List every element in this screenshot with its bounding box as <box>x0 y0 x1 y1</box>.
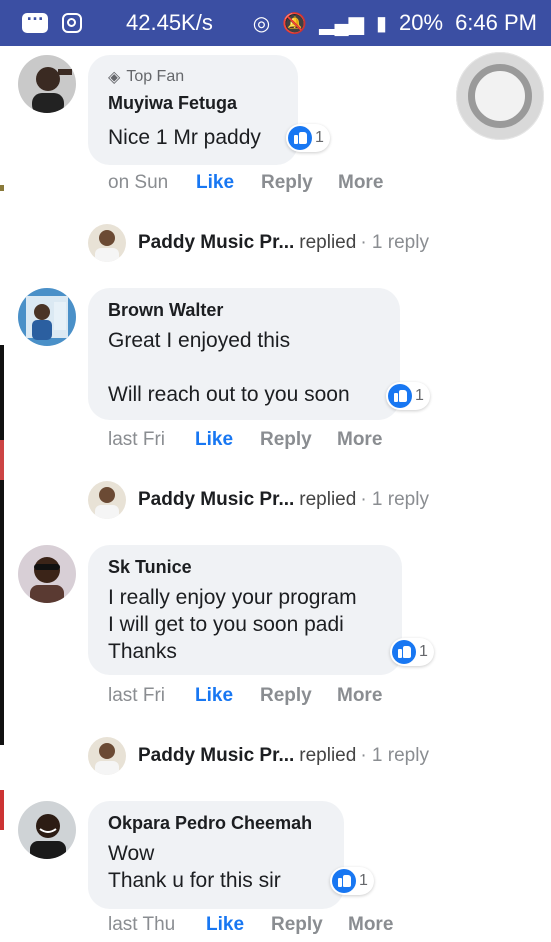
more-button[interactable]: More <box>337 429 382 451</box>
page-avatar <box>88 481 126 519</box>
battery-level: 20% <box>399 10 444 35</box>
message-icon <box>22 4 48 33</box>
avatar[interactable] <box>18 288 76 346</box>
like-button[interactable]: Like <box>195 429 260 451</box>
replied-label: replied <box>299 745 357 766</box>
comment-text: I really enjoy your program I will get t… <box>108 586 357 663</box>
page-avatar <box>88 737 126 775</box>
replied-label: replied <box>299 232 357 253</box>
reaction-badge[interactable]: 1 <box>286 124 330 152</box>
like-button[interactable]: Like <box>195 685 260 707</box>
top-fan-badge: ◈ Top Fan <box>108 68 185 86</box>
reply-count: · 1 reply <box>360 489 429 510</box>
like-reaction-icon <box>392 640 416 664</box>
page-avatar <box>88 224 126 262</box>
edge-sliver <box>0 185 4 191</box>
comment-actions: last Fri Like Reply More <box>108 685 382 707</box>
like-button[interactable]: Like <box>206 914 271 936</box>
clock: 6:46 PM <box>455 10 537 35</box>
comment-text: Nice 1 Mr paddy <box>108 126 261 149</box>
reply-button[interactable]: Reply <box>260 685 337 707</box>
status-bar: 42.45K/s ◎ 🔕 ▂▄▆ ▮ 20% 6:46 PM <box>0 0 551 46</box>
page-name: Paddy Music Pr... <box>138 232 295 253</box>
hotspot-icon: ◎ <box>252 12 271 35</box>
comment-text: Wow Thank u for this sir <box>108 842 281 892</box>
network-speed: 42.45K/s <box>126 10 213 35</box>
comment-bubble[interactable]: Brown Walter Great I enjoyed this Will r… <box>88 288 400 420</box>
reaction-badge[interactable]: 1 <box>330 867 374 895</box>
replies-link[interactable]: Paddy Music Pr... replied · 1 reply <box>88 481 429 519</box>
signal-icon: ▂▄▆ <box>319 12 364 35</box>
commenter-name[interactable]: Muyiwa Fetuga <box>108 93 278 114</box>
reply-button[interactable]: Reply <box>261 172 338 194</box>
instagram-icon <box>62 13 82 33</box>
comment-time: on Sun <box>108 172 169 193</box>
comment-time: last Fri <box>108 685 165 706</box>
comment-bubble[interactable]: ◈ Top Fan Muyiwa Fetuga Nice 1 Mr paddy <box>88 55 298 165</box>
battery-icon: ▮ <box>376 12 388 35</box>
comment-text: Great I enjoyed this Will reach out to y… <box>108 329 350 406</box>
reaction-count: 1 <box>419 643 428 660</box>
edge-sliver <box>0 440 4 480</box>
edge-sliver <box>0 790 4 830</box>
comment-time: last Fri <box>108 429 165 450</box>
commenter-name[interactable]: Sk Tunice <box>108 557 382 578</box>
like-reaction-icon <box>332 869 356 893</box>
edge-sliver <box>0 345 4 745</box>
page-name: Paddy Music Pr... <box>138 489 295 510</box>
comment-bubble[interactable]: Okpara Pedro Cheemah Wow Thank u for thi… <box>88 801 344 909</box>
page-name: Paddy Music Pr... <box>138 745 295 766</box>
avatar[interactable] <box>18 545 76 603</box>
comment-actions: last Thu Like Reply More <box>108 914 393 936</box>
comment-time: last Thu <box>108 914 176 935</box>
avatar[interactable] <box>18 801 76 859</box>
more-button[interactable]: More <box>337 685 382 707</box>
comment-actions: on Sun Like Reply More <box>108 172 383 194</box>
like-reaction-icon <box>288 126 312 150</box>
reply-count: · 1 reply <box>360 232 429 253</box>
reaction-badge[interactable]: 1 <box>390 638 434 666</box>
replied-label: replied <box>299 489 357 510</box>
replies-link[interactable]: Paddy Music Pr... replied · 1 reply <box>88 737 429 775</box>
reaction-badge[interactable]: 1 <box>386 382 430 410</box>
comment-actions: last Fri Like Reply More <box>108 429 382 451</box>
avatar[interactable] <box>18 55 76 113</box>
comment-bubble[interactable]: Sk Tunice I really enjoy your program I … <box>88 545 402 675</box>
more-button[interactable]: More <box>338 172 383 194</box>
reply-button[interactable]: Reply <box>260 429 337 451</box>
commenter-name[interactable]: Brown Walter <box>108 300 380 321</box>
reaction-count: 1 <box>315 129 324 146</box>
diamond-icon: ◈ <box>108 69 121 86</box>
reply-button[interactable]: Reply <box>271 914 348 936</box>
mute-icon: 🔕 <box>282 12 308 35</box>
floating-chat-head-button[interactable] <box>456 52 544 140</box>
reaction-count: 1 <box>415 387 424 404</box>
like-reaction-icon <box>388 384 412 408</box>
reply-count: · 1 reply <box>360 745 429 766</box>
more-button[interactable]: More <box>348 914 393 936</box>
replies-link[interactable]: Paddy Music Pr... replied · 1 reply <box>88 224 429 262</box>
like-button[interactable]: Like <box>196 172 261 194</box>
commenter-name[interactable]: Okpara Pedro Cheemah <box>108 813 324 834</box>
reaction-count: 1 <box>359 872 368 889</box>
